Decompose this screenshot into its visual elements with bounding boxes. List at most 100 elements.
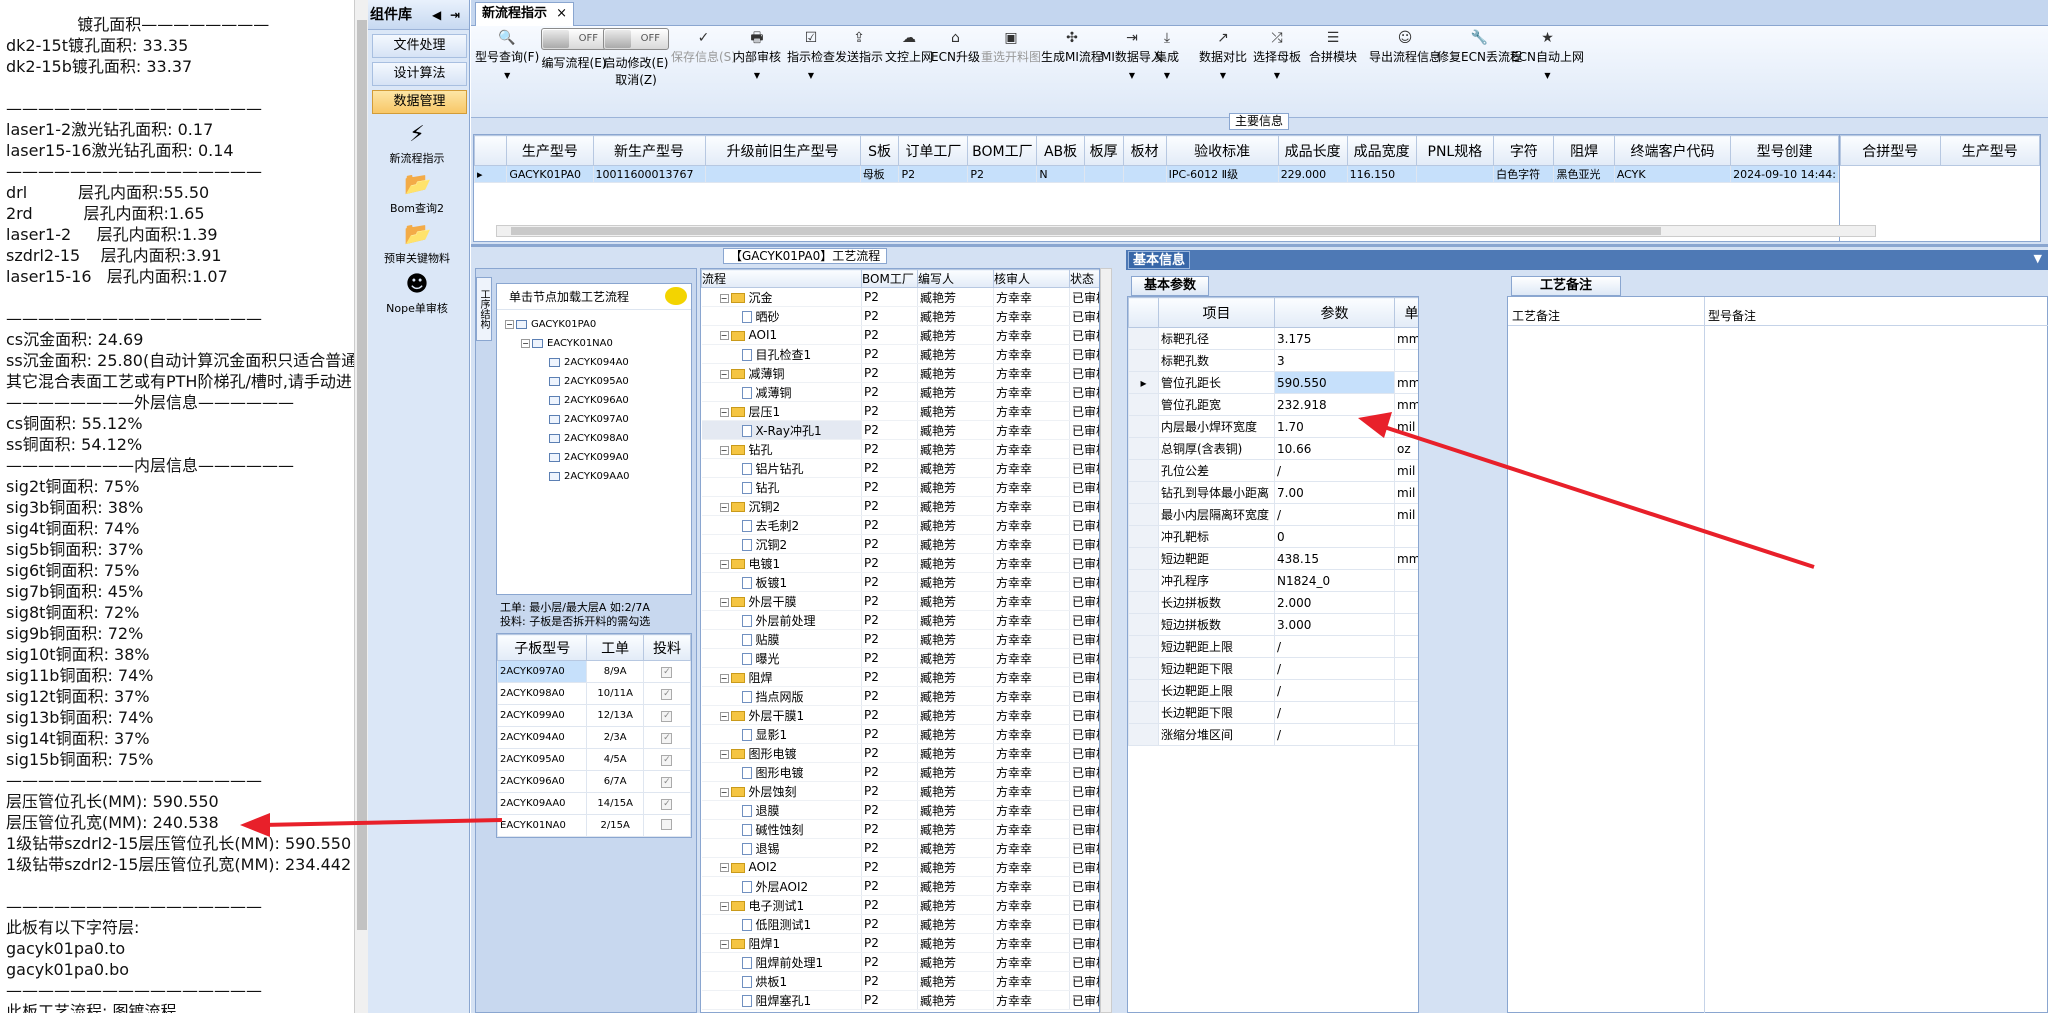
table-row[interactable]: 目孔检查1 P2臧艳芳方幸幸已审核: [701, 344, 1099, 364]
table-cell[interactable]: [1394, 657, 1418, 680]
tree-node[interactable]: − EACYK01NA0: [521, 337, 613, 351]
column-header[interactable]: 成品宽度: [1346, 135, 1417, 166]
table-cell[interactable]: 短边靶距上限: [1158, 635, 1275, 658]
table-cell[interactable]: ACYK: [1613, 165, 1732, 183]
table-row[interactable]: 总铜厚(含表铜)10.66ozY: [1128, 437, 1418, 460]
table-cell[interactable]: 臧艳芳: [917, 496, 994, 516]
nav-button[interactable]: 📂 Bom查询2: [368, 172, 466, 216]
table-cell[interactable]: 臧艳芳: [917, 933, 994, 953]
table-row[interactable]: 短边靶距438.15mmY: [1128, 547, 1418, 570]
column-header[interactable]: 成品长度: [1277, 135, 1348, 166]
table-cell[interactable]: 臧艳芳: [917, 800, 994, 820]
table-cell[interactable]: 管位孔距宽: [1158, 393, 1275, 416]
checkbox[interactable]: ✓: [661, 710, 673, 722]
table-row[interactable]: 阻焊前处理1 P2臧艳芳方幸幸已审核: [701, 952, 1099, 972]
expand-icon[interactable]: −: [719, 445, 729, 455]
table-cell[interactable]: P2: [967, 165, 1038, 183]
table-cell[interactable]: 已审核: [1069, 534, 1099, 554]
table-cell[interactable]: 方幸幸: [993, 496, 1070, 516]
table-cell[interactable]: 方幸幸: [993, 952, 1070, 972]
toolbar-button[interactable]: ⇪ 发送指示: [835, 28, 883, 65]
flow-step-cell[interactable]: 阻焊塞孔1: [701, 990, 862, 1010]
table-cell[interactable]: [1394, 591, 1418, 614]
table-cell[interactable]: 臧艳芳: [917, 895, 994, 915]
column-header[interactable]: 流程: [701, 269, 862, 288]
column-header[interactable]: 新生产型号: [592, 135, 706, 166]
table-cell[interactable]: oz: [1394, 437, 1418, 460]
expand-icon[interactable]: −: [719, 502, 729, 512]
expand-icon[interactable]: −: [719, 863, 729, 872]
table-cell[interactable]: 方幸幸: [993, 838, 1070, 858]
table-cell[interactable]: [1394, 723, 1418, 746]
table-cell[interactable]: /: [1274, 723, 1395, 746]
table-cell[interactable]: 方幸幸: [993, 705, 1070, 725]
expand-icon[interactable]: −: [521, 338, 530, 348]
table-cell[interactable]: 已审核: [1069, 363, 1099, 383]
table-row[interactable]: 显影1 P2臧艳芳方幸幸已审核: [701, 724, 1099, 744]
table-cell[interactable]: mm: [1394, 393, 1418, 416]
table-cell[interactable]: 臧艳芳: [917, 287, 994, 307]
column-header[interactable]: 生产型号: [1939, 135, 2040, 166]
expand-icon[interactable]: −: [719, 901, 729, 911]
table-row[interactable]: 退膜 P2臧艳芳方幸幸已审核: [701, 800, 1099, 820]
column-header[interactable]: AB板: [1036, 135, 1085, 166]
table-cell[interactable]: /: [1274, 701, 1395, 724]
table-cell[interactable]: 方幸幸: [993, 306, 1070, 326]
table-cell[interactable]: P2: [861, 420, 918, 440]
table-cell[interactable]: [1394, 701, 1418, 724]
table-cell[interactable]: P2: [861, 762, 918, 782]
table-row[interactable]: 贴膜 P2臧艳芳方幸幸已审核: [701, 629, 1099, 649]
table-cell[interactable]: 2/3A: [586, 726, 644, 749]
table-cell[interactable]: 已审核: [1069, 914, 1099, 934]
table-cell[interactable]: 臧艳芳: [917, 990, 994, 1010]
tab-process-remark[interactable]: 工艺备注: [1511, 276, 1622, 296]
table-cell[interactable]: 方幸幸: [993, 344, 1070, 364]
table-cell[interactable]: 臧艳芳: [917, 439, 994, 459]
table-cell[interactable]: 8/9A: [586, 660, 644, 683]
expand-icon[interactable]: −: [719, 673, 729, 683]
flow-step-cell[interactable]: − 阻焊1: [701, 933, 862, 953]
flow-step-cell[interactable]: 烘板1: [701, 971, 862, 991]
process-remark-field[interactable]: [1510, 329, 1700, 999]
table-cell[interactable]: 方幸幸: [993, 819, 1070, 839]
table-cell[interactable]: 2ACYK096A0: [496, 770, 588, 793]
flow-step-cell[interactable]: 晒砂: [701, 306, 862, 326]
table-cell[interactable]: 2ACYK09AA0: [496, 792, 588, 815]
table-row[interactable]: EACYK01NA0 2/15A: [496, 814, 692, 837]
table-cell[interactable]: 已审核: [1069, 724, 1099, 744]
table-cell[interactable]: 方幸幸: [993, 572, 1070, 592]
table-cell[interactable]: 短边靶距: [1158, 547, 1275, 570]
table-cell[interactable]: [704, 165, 861, 183]
table-cell[interactable]: P2: [861, 876, 918, 896]
flow-step-cell[interactable]: − 外层干膜1: [701, 705, 862, 725]
table-row[interactable]: 长边靶距上限/Y: [1128, 679, 1418, 702]
table-cell[interactable]: 方幸幸: [993, 610, 1070, 630]
table-cell[interactable]: [1394, 349, 1418, 372]
table-cell[interactable]: P2: [861, 990, 918, 1010]
column-header[interactable]: 生产型号: [506, 135, 594, 166]
table-cell[interactable]: 4/5A: [586, 748, 644, 771]
checkbox[interactable]: ✓: [661, 776, 673, 788]
table-cell[interactable]: 2.000: [1274, 591, 1395, 614]
table-row[interactable]: 长边拼板数2.000Y: [1128, 591, 1418, 614]
table-cell[interactable]: 方幸幸: [993, 686, 1070, 706]
flow-step-cell[interactable]: − 电子测试1: [701, 895, 862, 915]
close-icon[interactable]: ×: [556, 3, 567, 25]
table-cell[interactable]: /: [1274, 459, 1395, 482]
table-cell[interactable]: 已审核: [1069, 629, 1099, 649]
table-cell[interactable]: 方幸幸: [993, 781, 1070, 801]
table-cell[interactable]: 方幸幸: [993, 591, 1070, 611]
table-row[interactable]: 最小内层隔离环宽度/milY: [1128, 503, 1418, 526]
table-cell[interactable]: 臧艳芳: [917, 971, 994, 991]
table-cell[interactable]: mil: [1394, 459, 1418, 482]
table-row[interactable]: 短边靶距上限/Y: [1128, 635, 1418, 658]
flow-step-cell[interactable]: 铝片钻孔: [701, 458, 862, 478]
flow-step-cell[interactable]: 外层前处理: [701, 610, 862, 630]
table-row[interactable]: 长边靶距下限/Y: [1128, 701, 1418, 724]
table-row[interactable]: 短边靶距下限/Y: [1128, 657, 1418, 680]
table-cell[interactable]: 2ACYK097A0: [496, 660, 588, 683]
column-header[interactable]: 参数: [1274, 297, 1395, 328]
table-cell[interactable]: 已审核: [1069, 743, 1099, 763]
dropdown-arrow-icon[interactable]: ▼: [475, 71, 539, 80]
table-cell[interactable]: 长边拼板数: [1158, 591, 1275, 614]
